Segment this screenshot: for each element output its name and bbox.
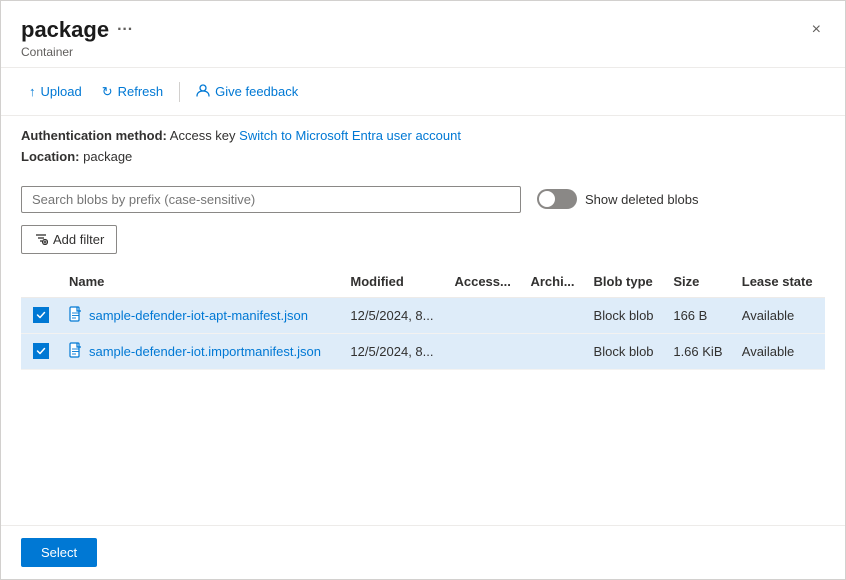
row-lease-state: Available bbox=[734, 297, 825, 333]
row-name: sample-defender-iot.importmanifest.json bbox=[61, 333, 342, 369]
row-access bbox=[446, 333, 522, 369]
auth-info: Authentication method: Access key Switch… bbox=[1, 116, 845, 178]
show-deleted-label: Show deleted blobs bbox=[585, 192, 698, 207]
refresh-button[interactable]: ↻ Refresh bbox=[94, 79, 171, 105]
col-blob-type[interactable]: Blob type bbox=[586, 266, 666, 298]
panel: package ··· × Container ↑ Upload ↻ Refre… bbox=[0, 0, 846, 580]
auth-method-value: Access key bbox=[170, 128, 236, 143]
blobs-table: Name Modified Access... Archi... Blob ty… bbox=[21, 266, 825, 370]
row-checkbox-cell bbox=[21, 333, 61, 369]
row-name: sample-defender-iot-apt-manifest.json bbox=[61, 297, 342, 333]
col-size[interactable]: Size bbox=[665, 266, 733, 298]
panel-title: package bbox=[21, 17, 109, 43]
row-modified: 12/5/2024, 8... bbox=[342, 297, 446, 333]
col-lease-state[interactable]: Lease state bbox=[734, 266, 825, 298]
toggle-row: Show deleted blobs bbox=[537, 189, 698, 209]
search-input[interactable] bbox=[21, 186, 521, 213]
add-filter-button[interactable]: Add filter bbox=[21, 225, 117, 254]
col-name[interactable]: Name bbox=[61, 266, 342, 298]
toolbar: ↑ Upload ↻ Refresh Give feedback bbox=[1, 68, 845, 116]
upload-label: Upload bbox=[41, 84, 82, 99]
row-size: 166 B bbox=[665, 297, 733, 333]
auth-method-label: Authentication method: bbox=[21, 128, 167, 143]
row-access bbox=[446, 297, 522, 333]
add-filter-label: Add filter bbox=[53, 232, 104, 247]
col-archive[interactable]: Archi... bbox=[522, 266, 585, 298]
row-size: 1.66 KiB bbox=[665, 333, 733, 369]
col-checkbox bbox=[21, 266, 61, 298]
feedback-button[interactable]: Give feedback bbox=[188, 78, 306, 105]
filter-row: Add filter bbox=[1, 221, 845, 266]
file-name-link[interactable]: sample-defender-iot.importmanifest.json bbox=[89, 344, 321, 359]
upload-button[interactable]: ↑ Upload bbox=[21, 79, 90, 104]
toolbar-separator bbox=[179, 82, 180, 102]
select-button[interactable]: Select bbox=[21, 538, 97, 567]
search-row: Show deleted blobs bbox=[1, 178, 845, 221]
refresh-label: Refresh bbox=[118, 84, 164, 99]
panel-title-group: package ··· bbox=[21, 17, 133, 43]
upload-icon: ↑ bbox=[29, 84, 36, 99]
auth-switch-link[interactable]: Switch to Microsoft Entra user account bbox=[239, 128, 461, 143]
feedback-icon bbox=[196, 83, 210, 100]
row-modified: 12/5/2024, 8... bbox=[342, 333, 446, 369]
auth-location-label: Location: bbox=[21, 149, 80, 164]
close-button[interactable]: × bbox=[808, 18, 825, 42]
row-checkbox-cell bbox=[21, 297, 61, 333]
file-name-link[interactable]: sample-defender-iot-apt-manifest.json bbox=[89, 308, 308, 323]
table-container: Name Modified Access... Archi... Blob ty… bbox=[1, 266, 845, 525]
file-icon bbox=[69, 306, 83, 325]
panel-options-dots[interactable]: ··· bbox=[117, 21, 133, 39]
auth-location-row: Location: package bbox=[21, 147, 825, 168]
show-deleted-toggle[interactable] bbox=[537, 189, 577, 209]
panel-subtitle: Container bbox=[21, 45, 825, 59]
table-header-row: Name Modified Access... Archi... Blob ty… bbox=[21, 266, 825, 298]
panel-header: package ··· × Container bbox=[1, 1, 845, 68]
auth-method-row: Authentication method: Access key Switch… bbox=[21, 126, 825, 147]
row-blob-type: Block blob bbox=[586, 333, 666, 369]
row-lease-state: Available bbox=[734, 333, 825, 369]
auth-location-value: package bbox=[83, 149, 132, 164]
panel-footer: Select bbox=[1, 525, 845, 579]
row-checkbox[interactable] bbox=[33, 307, 49, 323]
row-blob-type: Block blob bbox=[586, 297, 666, 333]
add-filter-icon bbox=[34, 231, 48, 248]
row-archive bbox=[522, 297, 585, 333]
row-archive bbox=[522, 333, 585, 369]
row-checkbox[interactable] bbox=[33, 343, 49, 359]
refresh-icon: ↻ bbox=[102, 84, 113, 100]
file-icon bbox=[69, 342, 83, 361]
table-row: sample-defender-iot-apt-manifest.json 12… bbox=[21, 297, 825, 333]
col-access[interactable]: Access... bbox=[446, 266, 522, 298]
feedback-label: Give feedback bbox=[215, 84, 298, 99]
col-modified[interactable]: Modified bbox=[342, 266, 446, 298]
table-row: sample-defender-iot.importmanifest.json … bbox=[21, 333, 825, 369]
